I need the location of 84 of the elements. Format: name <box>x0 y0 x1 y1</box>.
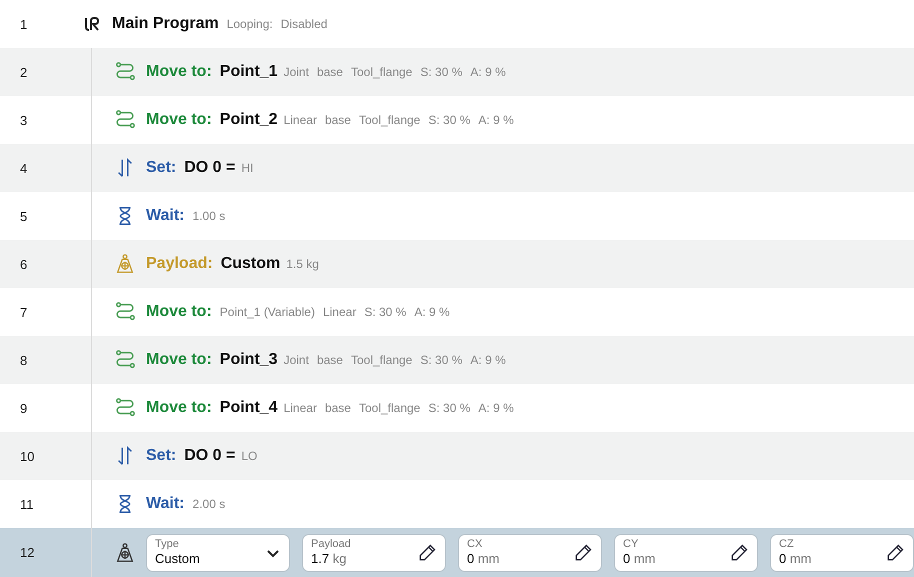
command-detail: Tool_flange <box>358 401 420 415</box>
program-row[interactable]: 4 Set: DO 0 = HI <box>0 144 914 192</box>
command-label: Move to: <box>146 111 212 129</box>
command-detail: A: 9 % <box>478 401 514 415</box>
path-icon <box>114 61 136 83</box>
path-icon <box>114 301 136 323</box>
program-row[interactable]: 8 Move to: Point_3 Joint base Tool_flange S: 30 % A: 9 % <box>0 336 914 384</box>
command-detail: HI <box>241 161 254 175</box>
line-number: 11 <box>20 496 34 512</box>
command-label: Wait: <box>146 207 185 225</box>
program-detail: Disabled <box>280 17 328 31</box>
command-label: Move to: <box>146 399 212 417</box>
value-field[interactable]: CY 0 mm <box>614 534 758 572</box>
line-number: 7 <box>20 304 28 320</box>
command-label: Payload: <box>146 255 213 273</box>
line-number: 2 <box>20 64 28 80</box>
path-icon <box>114 109 136 131</box>
pencil-icon <box>885 542 905 562</box>
command-target: Point_1 <box>220 63 278 81</box>
program-detail: Looping: <box>226 17 273 31</box>
command-detail: 1.00 s <box>192 209 226 223</box>
value-field[interactable]: CZ 0 mm <box>770 534 914 572</box>
logo-icon <box>84 16 100 32</box>
value-field[interactable]: CX 0 mm <box>458 534 602 572</box>
command-detail: Tool_flange <box>350 65 412 79</box>
value-field[interactable]: Payload 1.7 kg <box>302 534 446 572</box>
command-detail: Joint <box>284 65 309 79</box>
type-dropdown[interactable]: Type Custom <box>146 534 290 572</box>
command-detail: A: 9 % <box>470 353 506 367</box>
command-label: Set: <box>146 447 176 465</box>
command-detail: 1.5 kg <box>286 257 319 271</box>
line-number: 8 <box>20 352 28 368</box>
command-label: Set: <box>146 159 176 177</box>
pencil-icon <box>729 542 749 562</box>
line-number: 5 <box>20 208 28 224</box>
program-title: Main Program <box>112 15 219 33</box>
weight-icon <box>114 253 136 275</box>
line-number: 3 <box>20 112 28 128</box>
pencil-icon <box>417 542 437 562</box>
command-detail: A: 9 % <box>478 113 514 127</box>
command-label: Move to: <box>146 303 212 321</box>
program-row[interactable]: 6 Payload: Custom 1.5 kg <box>0 240 914 288</box>
path-icon <box>114 397 136 419</box>
command-label: Move to: <box>146 63 212 81</box>
line-number: 4 <box>20 160 28 176</box>
command-label: Move to: <box>146 351 212 369</box>
command-detail: base <box>316 353 343 367</box>
command-target: DO 0 = <box>184 159 236 177</box>
line-number: 1 <box>20 16 28 32</box>
command-detail: Tool_flange <box>350 353 412 367</box>
command-detail: Point_1 (Variable) <box>220 305 315 319</box>
command-detail: A: 9 % <box>470 65 506 79</box>
command-detail: base <box>324 113 351 127</box>
command-target: Point_3 <box>220 351 278 369</box>
command-detail: Linear <box>322 305 356 319</box>
pencil-icon <box>573 542 593 562</box>
command-detail: Joint <box>284 353 309 367</box>
program-row[interactable]: 2 Move to: Point_1 Joint base Tool_flange S: 30 % A: 9 % <box>0 48 914 96</box>
command-detail: Linear <box>284 401 317 415</box>
command-detail: S: 30 % <box>428 401 470 415</box>
command-detail: base <box>324 401 351 415</box>
program-row[interactable]: 12 Type Custom Payload 1.7 kg CX 0 mm CY 0 mm CZ 0 mm <box>0 528 914 577</box>
command-detail: 2.00 s <box>192 497 226 511</box>
command-detail: Linear <box>284 113 317 127</box>
command-detail: Tool_flange <box>358 113 420 127</box>
command-label: Wait: <box>146 495 185 513</box>
command-target: Point_2 <box>220 111 278 129</box>
line-number: 9 <box>20 400 28 416</box>
program-row[interactable]: 10 Set: DO 0 = LO <box>0 432 914 480</box>
line-number: 10 <box>20 448 34 464</box>
command-detail: LO <box>241 449 258 463</box>
command-target: DO 0 = <box>184 447 236 465</box>
command-detail: S: 30 % <box>428 113 470 127</box>
weight-icon <box>114 542 136 564</box>
path-icon <box>114 349 136 371</box>
command-detail: base <box>316 65 343 79</box>
command-detail: S: 30 % <box>420 65 462 79</box>
command-detail: S: 30 % <box>420 353 462 367</box>
command-detail: S: 30 % <box>364 305 406 319</box>
command-target: Custom <box>220 255 280 273</box>
line-number: 6 <box>20 256 28 272</box>
line-number: 12 <box>20 545 34 560</box>
command-detail: A: 9 % <box>414 305 450 319</box>
command-target: Point_4 <box>220 399 278 417</box>
